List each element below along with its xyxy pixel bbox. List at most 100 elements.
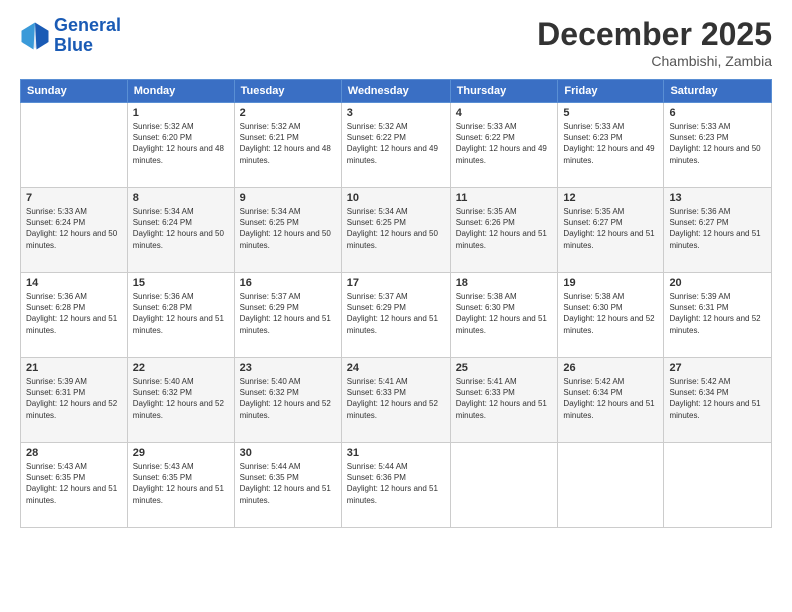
day-info: Sunrise: 5:38 AM Sunset: 6:30 PM Dayligh…: [456, 291, 553, 336]
calendar-cell: 16 Sunrise: 5:37 AM Sunset: 6:29 PM Dayli…: [234, 273, 341, 358]
day-header: Tuesday: [234, 80, 341, 103]
logo-icon: [20, 21, 50, 51]
calendar-cell: 24Sunrise: 5:41 AM Sunset: 6:33 PM Dayli…: [341, 358, 450, 443]
calendar-cell: [558, 443, 664, 528]
calendar-cell: 18 Sunrise: 5:38 AM Sunset: 6:30 PM Dayli…: [450, 273, 558, 358]
calendar-cell: 13Sunrise: 5:36 AM Sunset: 6:27 PM Dayli…: [664, 188, 772, 273]
calendar-cell: 15 Sunrise: 5:36 AM Sunset: 6:28 PM Dayli…: [127, 273, 234, 358]
day-header: Thursday: [450, 80, 558, 103]
day-number: 20: [669, 277, 766, 289]
day-number: 7: [26, 192, 122, 204]
day-header: Saturday: [664, 80, 772, 103]
day-number: 6: [669, 107, 766, 119]
calendar-cell: 8Sunrise: 5:34 AM Sunset: 6:24 PM Daylig…: [127, 188, 234, 273]
day-info: Sunrise: 5:43 AM Sunset: 6:35 PM Dayligh…: [26, 461, 122, 506]
day-number: 9: [240, 192, 336, 204]
page: General Blue December 2025 Chambishi, Za…: [0, 0, 792, 612]
header-row: SundayMondayTuesdayWednesdayThursdayFrid…: [21, 80, 772, 103]
logo: General Blue: [20, 16, 121, 56]
calendar-cell: 20 Sunrise: 5:39 AM Sunset: 6:31 PM Dayli…: [664, 273, 772, 358]
day-number: 23: [240, 362, 336, 374]
day-info: Sunrise: 5:33 AM Sunset: 6:23 PM Dayligh…: [563, 121, 658, 166]
calendar-week-row: 21 Sunrise: 5:39 AM Sunset: 6:31 PM Dayli…: [21, 358, 772, 443]
day-number: 2: [240, 107, 336, 119]
day-number: 19: [563, 277, 658, 289]
day-info: Sunrise: 5:33 AM Sunset: 6:24 PM Dayligh…: [26, 206, 122, 251]
day-number: 5: [563, 107, 658, 119]
calendar-cell: [450, 443, 558, 528]
calendar-cell: 1 Sunrise: 5:32 AM Sunset: 6:20 PM Daylig…: [127, 103, 234, 188]
calendar-cell: 23 Sunrise: 5:40 AM Sunset: 6:32 PM Dayli…: [234, 358, 341, 443]
calendar-table: SundayMondayTuesdayWednesdayThursdayFrid…: [20, 79, 772, 528]
day-info: Sunrise: 5:41 AM Sunset: 6:33 PM Dayligh…: [347, 376, 445, 421]
day-info: Sunrise: 5:44 AM Sunset: 6:35 PM Dayligh…: [240, 461, 336, 506]
day-info: Sunrise: 5:36 AM Sunset: 6:27 PM Dayligh…: [669, 206, 766, 251]
calendar-cell: 10 Sunrise: 5:34 AM Sunset: 6:25 PM Dayli…: [341, 188, 450, 273]
calendar-cell: 6 Sunrise: 5:33 AM Sunset: 6:23 PM Daylig…: [664, 103, 772, 188]
day-header: Friday: [558, 80, 664, 103]
calendar-cell: 30 Sunrise: 5:44 AM Sunset: 6:35 PM Dayli…: [234, 443, 341, 528]
day-info: Sunrise: 5:33 AM Sunset: 6:23 PM Dayligh…: [669, 121, 766, 166]
day-header: Monday: [127, 80, 234, 103]
calendar-cell: 12 Sunrise: 5:35 AM Sunset: 6:27 PM Dayli…: [558, 188, 664, 273]
location: Chambishi, Zambia: [537, 53, 772, 69]
calendar-cell: 29Sunrise: 5:43 AM Sunset: 6:35 PM Dayli…: [127, 443, 234, 528]
calendar-week-row: 7 Sunrise: 5:33 AM Sunset: 6:24 PM Daylig…: [21, 188, 772, 273]
calendar-week-row: 14 Sunrise: 5:36 AM Sunset: 6:28 PM Dayli…: [21, 273, 772, 358]
calendar-week-row: 28 Sunrise: 5:43 AM Sunset: 6:35 PM Dayli…: [21, 443, 772, 528]
calendar-cell: 22Sunrise: 5:40 AM Sunset: 6:32 PM Dayli…: [127, 358, 234, 443]
logo-line1: General: [54, 15, 121, 35]
calendar-cell: [664, 443, 772, 528]
calendar-cell: 25Sunrise: 5:41 AM Sunset: 6:33 PM Dayli…: [450, 358, 558, 443]
day-info: Sunrise: 5:32 AM Sunset: 6:22 PM Dayligh…: [347, 121, 445, 166]
day-number: 16: [240, 277, 336, 289]
day-info: Sunrise: 5:32 AM Sunset: 6:20 PM Dayligh…: [133, 121, 229, 166]
calendar-cell: [21, 103, 128, 188]
day-info: Sunrise: 5:39 AM Sunset: 6:31 PM Dayligh…: [669, 291, 766, 336]
calendar-cell: 31 Sunrise: 5:44 AM Sunset: 6:36 PM Dayli…: [341, 443, 450, 528]
day-number: 18: [456, 277, 553, 289]
day-number: 29: [133, 447, 229, 459]
calendar-cell: 21 Sunrise: 5:39 AM Sunset: 6:31 PM Dayli…: [21, 358, 128, 443]
day-info: Sunrise: 5:37 AM Sunset: 6:29 PM Dayligh…: [240, 291, 336, 336]
calendar-cell: 5 Sunrise: 5:33 AM Sunset: 6:23 PM Daylig…: [558, 103, 664, 188]
calendar-cell: 14Sunrise: 5:36 AM Sunset: 6:28 PM Dayli…: [21, 273, 128, 358]
day-number: 15: [133, 277, 229, 289]
day-info: Sunrise: 5:44 AM Sunset: 6:36 PM Dayligh…: [347, 461, 445, 506]
day-number: 30: [240, 447, 336, 459]
day-number: 3: [347, 107, 445, 119]
day-number: 21: [26, 362, 122, 374]
day-number: 26: [563, 362, 658, 374]
calendar-cell: 26 Sunrise: 5:42 AM Sunset: 6:34 PM Dayli…: [558, 358, 664, 443]
day-number: 12: [563, 192, 658, 204]
day-info: Sunrise: 5:34 AM Sunset: 6:25 PM Dayligh…: [347, 206, 445, 251]
calendar-cell: 4Sunrise: 5:33 AM Sunset: 6:22 PM Daylig…: [450, 103, 558, 188]
calendar-cell: 7 Sunrise: 5:33 AM Sunset: 6:24 PM Daylig…: [21, 188, 128, 273]
day-info: Sunrise: 5:36 AM Sunset: 6:28 PM Dayligh…: [133, 291, 229, 336]
day-number: 10: [347, 192, 445, 204]
day-number: 17: [347, 277, 445, 289]
day-number: 31: [347, 447, 445, 459]
day-info: Sunrise: 5:42 AM Sunset: 6:34 PM Dayligh…: [563, 376, 658, 421]
title-area: December 2025 Chambishi, Zambia: [537, 16, 772, 69]
day-info: Sunrise: 5:33 AM Sunset: 6:22 PM Dayligh…: [456, 121, 553, 166]
month-title: December 2025: [537, 16, 772, 53]
day-number: 25: [456, 362, 553, 374]
day-info: Sunrise: 5:39 AM Sunset: 6:31 PM Dayligh…: [26, 376, 122, 421]
calendar-cell: 19 Sunrise: 5:38 AM Sunset: 6:30 PM Dayli…: [558, 273, 664, 358]
logo-line2: Blue: [54, 35, 93, 55]
calendar-week-row: 1 Sunrise: 5:32 AM Sunset: 6:20 PM Daylig…: [21, 103, 772, 188]
day-info: Sunrise: 5:38 AM Sunset: 6:30 PM Dayligh…: [563, 291, 658, 336]
day-info: Sunrise: 5:32 AM Sunset: 6:21 PM Dayligh…: [240, 121, 336, 166]
calendar-cell: 11Sunrise: 5:35 AM Sunset: 6:26 PM Dayli…: [450, 188, 558, 273]
day-number: 1: [133, 107, 229, 119]
day-number: 11: [456, 192, 553, 204]
calendar-cell: 2 Sunrise: 5:32 AM Sunset: 6:21 PM Daylig…: [234, 103, 341, 188]
day-number: 27: [669, 362, 766, 374]
day-info: Sunrise: 5:34 AM Sunset: 6:25 PM Dayligh…: [240, 206, 336, 251]
day-info: Sunrise: 5:35 AM Sunset: 6:27 PM Dayligh…: [563, 206, 658, 251]
day-number: 28: [26, 447, 122, 459]
day-number: 22: [133, 362, 229, 374]
day-info: Sunrise: 5:40 AM Sunset: 6:32 PM Dayligh…: [240, 376, 336, 421]
day-number: 14: [26, 277, 122, 289]
